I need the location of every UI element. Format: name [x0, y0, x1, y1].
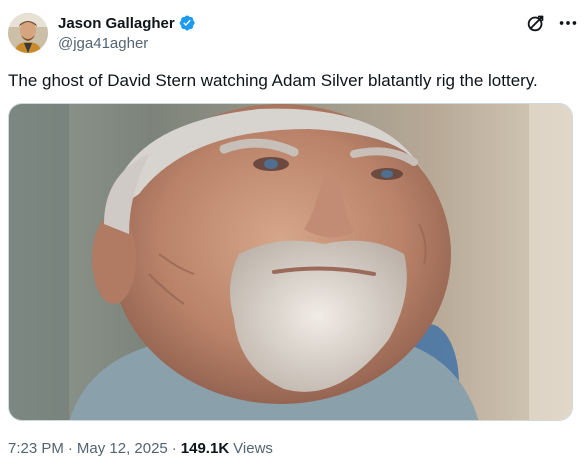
tweet-meta: 7:23 PM · May 12, 2025 · 149.1K Views — [8, 440, 273, 457]
tweet-header: Jason Gallagher @jga41agher — [8, 12, 579, 56]
meta-separator: · — [171, 440, 177, 457]
tweet-text: The ghost of David Stern watching Adam S… — [8, 71, 538, 90]
photo-elderly-man-white-beard-icon — [9, 104, 572, 420]
handle[interactable]: @jga41agher — [58, 35, 148, 52]
tweet-media[interactable] — [8, 103, 573, 421]
views-label: Views — [233, 440, 273, 457]
avatar[interactable] — [8, 13, 48, 53]
tweet-date[interactable]: May 12, 2025 — [77, 440, 168, 457]
grok-icon[interactable] — [525, 12, 547, 34]
tweet-time[interactable]: 7:23 PM — [8, 440, 64, 457]
name-row: Jason Gallagher — [58, 14, 196, 32]
meta-separator: · — [67, 440, 73, 457]
avatar-photo-icon — [8, 13, 48, 53]
verified-badge-icon — [179, 15, 195, 31]
display-name[interactable]: Jason Gallagher — [58, 15, 175, 32]
more-options-icon[interactable] — [557, 12, 579, 34]
views-count: 149.1K — [180, 440, 230, 457]
